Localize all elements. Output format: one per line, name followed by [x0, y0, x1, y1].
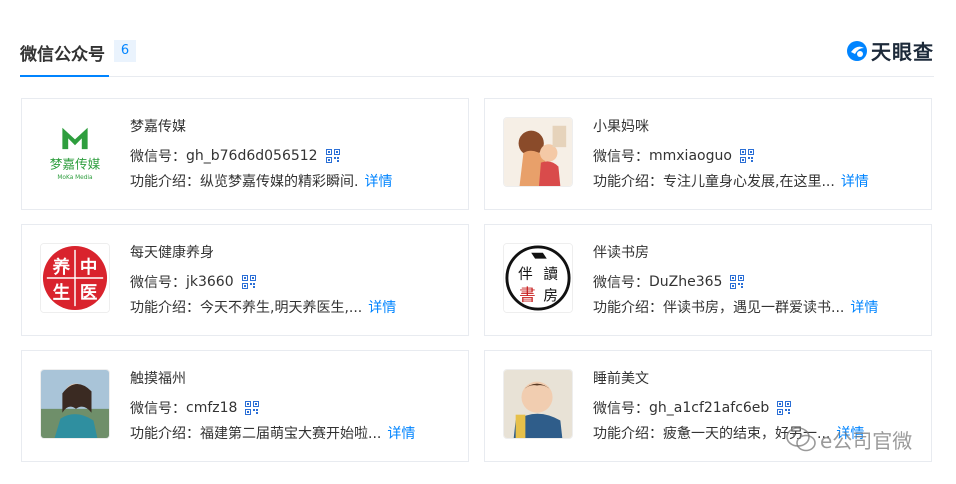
wechat-id-line: 微信号： mmxiaoguo [593, 146, 754, 166]
account-avatar: 伴 讀 書 房 [503, 243, 573, 313]
avatar-brand-text: 梦嘉传媒 [50, 157, 101, 172]
wechat-id-line: 微信号： jk3660 [130, 272, 256, 292]
brand-name: 天眼查 [871, 40, 934, 64]
account-card[interactable]: 小果妈咪 微信号： mmxiaoguo 功能介绍： 专注儿童身心发展,在这里..… [484, 98, 932, 210]
tianyancha-logo-icon [845, 39, 869, 63]
detail-link[interactable]: 详情 [387, 423, 415, 443]
account-card[interactable]: 伴 讀 書 房 伴读书房 微信号： DuZhe365 功能介绍： 伴读书房，遇见… [484, 224, 932, 336]
qr-code-icon[interactable] [241, 275, 256, 289]
wechat-icon [786, 426, 816, 454]
section-header: 微信公众号 6 天眼查 [20, 30, 934, 77]
wechat-id-value: cmfz18 [186, 400, 238, 416]
avatar-char: 伴 [518, 266, 533, 283]
avatar-char: 养 [52, 257, 71, 278]
section-title: 微信公众号 [20, 45, 105, 65]
account-name: 伴读书房 [593, 245, 649, 261]
account-name: 小果妈咪 [593, 119, 649, 135]
wechat-id-value: gh_b76d6d056512 [186, 148, 318, 164]
intro-text: 福建第二届萌宝大赛开始啦... [200, 426, 382, 442]
qr-code-icon[interactable] [245, 401, 260, 415]
wechat-id-label: 微信号： [130, 149, 186, 165]
wechat-id-label: 微信号： [130, 401, 186, 417]
qr-code-icon[interactable] [777, 401, 792, 415]
account-avatar: 养 中 生 医 [40, 243, 110, 313]
intro-label: 功能介绍： [593, 426, 663, 442]
intro-text: 专注儿童身心发展,在这里... [663, 174, 835, 190]
avatar-char: 房 [543, 287, 558, 304]
title-underline [20, 75, 109, 77]
intro-label: 功能介绍： [130, 300, 200, 316]
account-name: 睡前美文 [593, 371, 649, 387]
detail-link[interactable]: 详情 [364, 171, 392, 191]
count-badge: 6 [114, 40, 136, 62]
intro-line: 功能介绍： 福建第二届萌宝大赛开始啦... 详情 [130, 423, 415, 443]
wechat-id-value: DuZhe365 [649, 274, 723, 290]
intro-label: 功能介绍： [593, 300, 663, 316]
wechat-id-label: 微信号： [593, 149, 649, 165]
intro-label: 功能介绍： [130, 174, 200, 190]
intro-label: 功能介绍： [593, 174, 663, 190]
wechat-id-value: jk3660 [186, 274, 234, 290]
intro-text: 纵览梦嘉传媒的精彩瞬间. [200, 174, 359, 190]
brand-logo[interactable]: 天眼查 [845, 36, 934, 65]
account-avatar [503, 369, 573, 439]
account-name: 触摸福州 [130, 371, 186, 387]
wechat-id-line: 微信号： DuZhe365 [593, 272, 745, 292]
wechat-id-line: 微信号： gh_b76d6d056512 [130, 146, 340, 166]
qr-code-icon[interactable] [730, 275, 745, 289]
detail-link[interactable]: 详情 [841, 171, 869, 191]
avatar-char: 書 [519, 285, 536, 304]
account-avatar: 梦嘉传媒 MoKa Media [40, 117, 110, 187]
intro-line: 功能介绍： 专注儿童身心发展,在这里... 详情 [593, 171, 869, 191]
detail-link[interactable]: 详情 [368, 297, 396, 317]
wechat-id-value: mmxiaoguo [649, 148, 732, 164]
wechat-id-line: 微信号： cmfz18 [130, 398, 260, 418]
intro-label: 功能介绍： [130, 426, 200, 442]
avatar-char: 生 [53, 282, 70, 303]
qr-code-icon[interactable] [739, 149, 754, 163]
avatar-char: 讀 [543, 266, 558, 283]
wechat-id-value: gh_a1cf21afc6eb [649, 400, 770, 416]
account-avatar [503, 117, 573, 187]
account-card[interactable]: 触摸福州 微信号： cmfz18 功能介绍： 福建第二届萌宝大赛开始啦... 详… [21, 350, 469, 462]
avatar-brand-subtext: MoKa Media [57, 175, 93, 181]
detail-link[interactable]: 详情 [850, 297, 878, 317]
wechat-id-label: 微信号： [593, 401, 649, 417]
avatar-char: 中 [80, 257, 97, 278]
wechat-id-label: 微信号： [130, 275, 186, 291]
watermark-text: e公司官微 [820, 429, 913, 453]
intro-line: 功能介绍： 纵览梦嘉传媒的精彩瞬间. 详情 [130, 171, 392, 191]
wechat-id-label: 微信号： [593, 275, 649, 291]
intro-line: 功能介绍： 伴读书房，遇见一群爱读书... 详情 [593, 297, 878, 317]
account-name: 每天健康养身 [130, 245, 214, 261]
account-card[interactable]: 养 中 生 医 每天健康养身 微信号： jk3660 功能介绍： 今天不养生,明… [21, 224, 469, 336]
account-avatar [40, 369, 110, 439]
intro-text: 伴读书房，遇见一群爱读书... [663, 300, 845, 316]
intro-line: 功能介绍： 今天不养生,明天养医生,... 详情 [130, 297, 396, 317]
intro-text: 今天不养生,明天养医生,... [200, 300, 363, 316]
wechat-id-line: 微信号： gh_a1cf21afc6eb [593, 398, 792, 418]
avatar-char: 医 [80, 283, 97, 303]
account-name: 梦嘉传媒 [130, 119, 186, 135]
qr-code-icon[interactable] [325, 149, 340, 163]
watermark: e公司官微 [786, 425, 912, 454]
account-card[interactable]: 梦嘉传媒 MoKa Media 梦嘉传媒 微信号： gh_b76d6d05651… [21, 98, 469, 210]
